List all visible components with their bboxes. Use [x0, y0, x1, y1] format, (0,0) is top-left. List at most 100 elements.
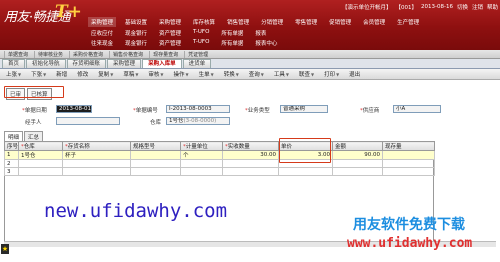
table-cell[interactable]: 30.00	[222, 150, 279, 160]
table-cell[interactable]	[62, 159, 131, 168]
menu-item[interactable]: 促销管理	[326, 17, 354, 27]
logout-link[interactable]: 注销	[472, 3, 483, 11]
main-menu-row1: 采购管理 基础设置 采购管理 库存核算 销售管理 分销管理 零售管理 促销管理 …	[88, 17, 422, 27]
supplier-field[interactable]: 小A	[393, 105, 441, 113]
help-link[interactable]: 帮助	[487, 3, 498, 11]
menu-item[interactable]: T-UFO	[190, 38, 212, 48]
table-cell[interactable]: 90.00	[332, 150, 383, 160]
menu-item[interactable]: 生产管理	[394, 17, 422, 27]
table-cell[interactable]	[130, 159, 181, 168]
table-cell[interactable]	[18, 167, 63, 176]
table-cell[interactable]	[180, 167, 223, 176]
warehouse-label: 仓库	[150, 120, 162, 126]
main-menu-row2: 应收应付 现金银行 资产管理 T-UFO 所有单据 报表	[88, 28, 269, 38]
favorites-star-icon[interactable]: ★	[1, 244, 9, 254]
table-row[interactable]: 2	[4, 159, 435, 168]
menu-item[interactable]: 采购管理	[156, 17, 184, 27]
prev-button[interactable]: 上张 ▼	[6, 70, 22, 79]
menu-item[interactable]: 所有单据	[218, 38, 246, 48]
code-field[interactable]: I-2013-08-0003	[166, 105, 230, 113]
table-cell[interactable]	[130, 167, 181, 176]
menu-item[interactable]: 会员管理	[360, 17, 388, 27]
linked-query-button[interactable]: 联查 ▼	[299, 70, 315, 79]
logo-mark: T+	[55, 2, 82, 22]
convert-button[interactable]: 转换 ▼	[224, 70, 239, 79]
approve-button[interactable]: 审核 ▼	[148, 70, 163, 79]
operate-button[interactable]: 操作 ▼	[174, 70, 189, 79]
table-cell[interactable]	[332, 167, 383, 176]
menu-item[interactable]: 往来现金	[88, 38, 116, 48]
table-cell[interactable]	[332, 159, 383, 168]
menu-item[interactable]: T-UFO	[190, 28, 212, 38]
tab-purchase-receipt[interactable]: 采购入库单	[142, 59, 182, 68]
table-cell[interactable]: 1号仓	[18, 150, 63, 160]
tab-purchase-mgmt[interactable]: 采购管理	[107, 59, 142, 68]
tab-init-guide[interactable]: 初始化导航	[26, 59, 66, 68]
table-cell[interactable]: 个	[180, 150, 223, 160]
menu-item[interactable]: 基础设置	[122, 17, 150, 27]
menu-item[interactable]: 报表	[252, 28, 269, 38]
caret-down-icon: ▼	[310, 71, 315, 77]
copy-button[interactable]: 复制 ▼	[98, 70, 113, 79]
handler-field[interactable]	[56, 117, 120, 125]
menu-item[interactable]: 零售管理	[292, 17, 320, 27]
table-cell[interactable]	[62, 167, 131, 176]
table-row[interactable]: 1 1号仓 杯子 个 30.00 3.00 90.00	[4, 150, 435, 160]
date-field[interactable]: 2013-08-01	[56, 105, 92, 113]
generate-button[interactable]: 生单 ▼	[199, 70, 214, 79]
col-header: 序号	[4, 141, 19, 151]
quick-link[interactable]: 凭证管理	[184, 50, 211, 58]
date-label: *单据日期	[22, 108, 47, 114]
tools-button[interactable]: 工具 ▼	[274, 70, 289, 79]
quick-link[interactable]: 采购价格查询	[69, 50, 106, 58]
query-button[interactable]: 查询 ▼	[249, 70, 264, 79]
menu-item[interactable]: 应收应付	[88, 28, 116, 38]
supplier-label: *供应商	[360, 108, 380, 114]
quick-link[interactable]: 现存量查询	[149, 50, 181, 58]
menu-item[interactable]: 报表中心	[252, 38, 280, 48]
col-header: *实收数量	[222, 141, 279, 151]
table-cell[interactable]	[222, 159, 279, 168]
table-cell[interactable]	[130, 150, 181, 160]
warehouse-field[interactable]: 1号仓(3-08-0000)	[166, 117, 230, 125]
menu-item[interactable]: 库存核算	[190, 17, 218, 27]
biztype-select[interactable]: 普通采购	[280, 105, 328, 113]
document-tabs: 首页 初始化导航 存货明细账 采购管理 采购入库单 进货单	[0, 59, 500, 69]
quick-link[interactable]: 单据查询	[4, 50, 31, 58]
quick-link[interactable]: 销售价格查询	[109, 50, 146, 58]
quick-link[interactable]: 待审核业务	[34, 50, 66, 58]
caret-down-icon: ▼	[18, 71, 22, 77]
print-button[interactable]: 打印 ▼	[324, 70, 339, 79]
menu-item[interactable]: 所有单据	[218, 28, 246, 38]
caret-down-icon: ▼	[43, 71, 47, 77]
table-cell[interactable]	[222, 167, 279, 176]
table-cell	[382, 167, 435, 176]
new-button[interactable]: 新增	[56, 70, 67, 78]
items-table: 序号 *仓库 *存货名称 规格型号 *计量单位 *实收数量 单价 金额 现存量 …	[4, 141, 435, 176]
table-cell[interactable]	[180, 159, 223, 168]
menu-item[interactable]: 现金银行	[122, 28, 150, 38]
edit-button[interactable]: 修改	[77, 70, 88, 78]
col-header: 金额	[332, 141, 383, 151]
table-row[interactable]: 3	[4, 167, 435, 176]
switch-link[interactable]: 切换	[457, 3, 468, 11]
menu-item[interactable]: 现金银行	[122, 38, 150, 48]
table-cell[interactable]	[18, 159, 63, 168]
menu-item[interactable]: 资产管理	[156, 38, 184, 48]
table-cell[interactable]: 杯子	[62, 150, 131, 160]
main-menu-row3: 往来现金 现金银行 资产管理 T-UFO 所有单据 报表中心	[88, 38, 280, 48]
table-cell[interactable]	[278, 167, 333, 176]
tab-purchase-order[interactable]: 进货单	[182, 59, 212, 68]
menu-item[interactable]: 资产管理	[156, 28, 184, 38]
exit-button[interactable]: 退出	[349, 70, 360, 78]
menu-item[interactable]: 分销管理	[258, 17, 286, 27]
account-name: 【演示单位开帐月】	[341, 5, 392, 11]
tab-stock-ledger[interactable]: 存货明细账	[66, 59, 107, 68]
draft-button[interactable]: 草稿 ▼	[123, 70, 138, 79]
next-button[interactable]: 下张 ▼	[31, 70, 47, 79]
menu-item[interactable]: 销售管理	[224, 17, 252, 27]
menu-item[interactable]: 采购管理	[88, 17, 117, 27]
caret-down-icon: ▼	[235, 71, 239, 77]
table-cell	[382, 150, 435, 160]
tab-home[interactable]: 首页	[2, 59, 26, 68]
